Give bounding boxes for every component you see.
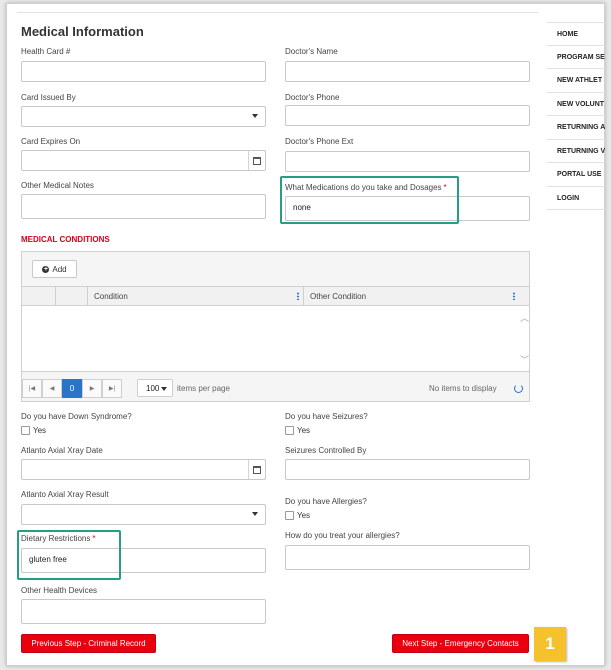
- allergies-option: Yes: [297, 511, 311, 520]
- chevron-down-icon: [161, 387, 167, 391]
- chevron-down-icon[interactable]: ﹀: [520, 353, 529, 366]
- doctor-phone-input[interactable]: [285, 105, 530, 126]
- grid-header-select: [55, 287, 87, 306]
- doctor-phone-label: Doctor's Phone: [285, 93, 340, 102]
- seizures-controlled-label: Seizures Controlled By: [285, 446, 367, 455]
- sidebar-item-returning-volunteer[interactable]: RETURNING V: [547, 140, 605, 163]
- doctor-phone-ext-label: Doctor's Phone Ext: [285, 137, 354, 146]
- health-card-label: Health Card #: [21, 47, 71, 56]
- grid-scrollbar[interactable]: ︿ ﹀: [517, 306, 529, 371]
- seizures-label: Do you have Seizures?: [285, 412, 368, 421]
- sidebar-item-home[interactable]: HOME: [547, 22, 605, 46]
- grid-body: ︿ ﹀: [22, 306, 529, 372]
- column-condition-label: Condition: [94, 292, 128, 301]
- add-condition-button[interactable]: + Add: [32, 260, 77, 278]
- sidebar-item-new-athlete[interactable]: NEW ATHLET: [547, 69, 605, 93]
- sidebar-item-new-volunteer[interactable]: NEW VOLUNT: [547, 93, 605, 116]
- other-devices-input[interactable]: [21, 599, 266, 624]
- treat-allergies-input[interactable]: [285, 545, 530, 570]
- last-page-button[interactable]: ▶|: [102, 379, 122, 398]
- page-title: Medical Information: [21, 24, 144, 39]
- first-page-button[interactable]: |◀: [22, 379, 42, 398]
- down-syndrome-checkbox[interactable]: Yes: [21, 426, 46, 435]
- step-number-badge: 1: [534, 627, 566, 661]
- column-condition[interactable]: Condition: [87, 287, 303, 306]
- atlanto-date-input[interactable]: [21, 459, 266, 480]
- plus-icon: +: [42, 265, 50, 273]
- empty-grid-text: No items to display: [429, 384, 497, 393]
- sidebar-item-login[interactable]: LOGIN: [547, 187, 605, 210]
- medical-conditions-title: MEDICAL CONDITIONS: [21, 235, 110, 244]
- doctor-phone-ext-input[interactable]: [285, 151, 530, 172]
- atlanto-date-label: Atlanto Axial Xray Date: [21, 446, 103, 455]
- other-devices-label: Other Health Devices: [21, 586, 98, 595]
- card-issued-by-select[interactable]: [21, 106, 266, 127]
- sidebar-item-returning-athlete[interactable]: RETURNING A: [547, 116, 605, 140]
- page-size-value: 100: [146, 384, 160, 393]
- calendar-icon[interactable]: [248, 151, 265, 170]
- card-expires-input[interactable]: [21, 150, 266, 171]
- checkbox-icon[interactable]: [21, 426, 30, 435]
- sidebar-item-portal-user[interactable]: PORTAL USE: [547, 163, 605, 187]
- card-expires-label: Card Expires On: [21, 137, 81, 146]
- medications-highlight: [280, 176, 459, 224]
- refresh-icon[interactable]: [514, 384, 523, 393]
- next-page-button[interactable]: ▶: [82, 379, 102, 398]
- doctor-name-input[interactable]: [285, 61, 530, 82]
- doctor-name-label: Doctor's Name: [285, 47, 338, 56]
- seizures-option: Yes: [297, 426, 311, 435]
- column-menu-icon[interactable]: [297, 292, 299, 300]
- checkbox-icon[interactable]: [285, 511, 294, 520]
- card-issued-by-label: Card Issued By: [21, 93, 76, 102]
- page-size-select[interactable]: 100: [137, 379, 173, 397]
- chevron-down-icon: [252, 114, 258, 118]
- chevron-up-icon[interactable]: ︿: [520, 311, 529, 324]
- grid-header: Condition Other Condition: [22, 286, 529, 306]
- conditions-grid: + Add Condition Other Condition ︿ ﹀ |◀ ◀ …: [21, 251, 530, 402]
- grid-pager: |◀ ◀ 0 ▶ ▶| 100 items per page No items …: [22, 373, 529, 401]
- divider: [17, 12, 538, 13]
- next-step-button[interactable]: Next Step - Emergency Contacts: [392, 634, 529, 653]
- column-other-condition[interactable]: Other Condition: [303, 287, 519, 306]
- add-button-label: Add: [52, 264, 67, 274]
- other-medical-notes-label: Other Medical Notes: [21, 181, 94, 190]
- page-size-suffix: items per page: [177, 384, 230, 393]
- down-syndrome-option: Yes: [33, 426, 47, 435]
- health-card-input[interactable]: [21, 61, 266, 82]
- current-page[interactable]: 0: [62, 379, 82, 398]
- previous-step-button[interactable]: Previous Step - Criminal Record: [21, 634, 156, 653]
- checkbox-icon[interactable]: [285, 426, 294, 435]
- sidebar-nav: HOME PROGRAM SE NEW ATHLET NEW VOLUNT RE…: [547, 22, 605, 210]
- prev-page-button[interactable]: ◀: [42, 379, 62, 398]
- atlanto-result-label: Atlanto Axial Xray Result: [21, 490, 109, 499]
- seizures-controlled-input[interactable]: [285, 459, 530, 480]
- column-menu-icon[interactable]: [513, 292, 515, 300]
- seizures-checkbox[interactable]: Yes: [285, 426, 310, 435]
- sidebar-item-program[interactable]: PROGRAM SE: [547, 46, 605, 69]
- column-other-condition-label: Other Condition: [310, 292, 367, 301]
- calendar-icon[interactable]: [248, 460, 265, 479]
- treat-allergies-label: How do you treat your allergies?: [285, 531, 400, 540]
- other-medical-notes-input[interactable]: [21, 194, 266, 219]
- allergies-checkbox[interactable]: Yes: [285, 511, 310, 520]
- allergies-label: Do you have Allergies?: [285, 497, 367, 506]
- dietary-highlight: [17, 530, 121, 580]
- down-syndrome-label: Do you have Down Syndrome?: [21, 412, 132, 421]
- chevron-down-icon: [252, 512, 258, 516]
- atlanto-result-select[interactable]: [21, 504, 266, 525]
